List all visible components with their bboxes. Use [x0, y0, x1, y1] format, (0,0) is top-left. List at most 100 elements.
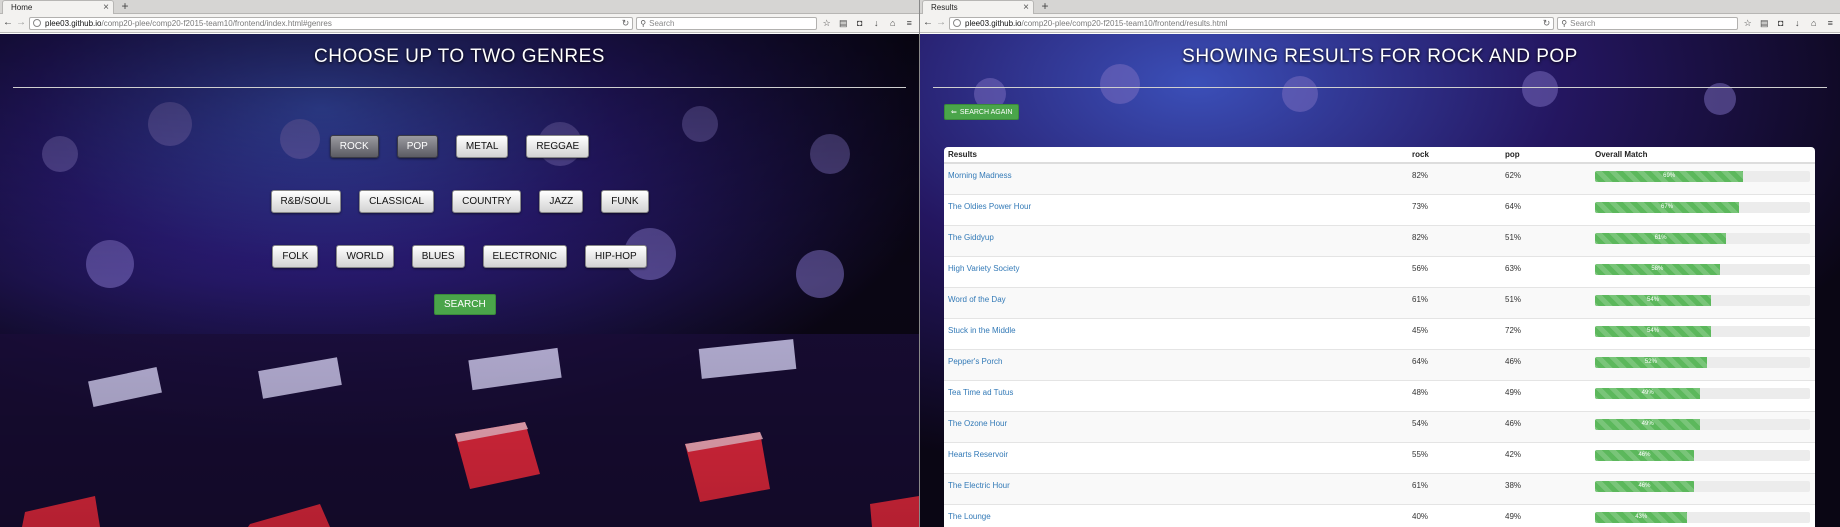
genre-1-score: 45%	[1408, 317, 1501, 349]
result-title-link[interactable]: The Lounge	[948, 512, 991, 521]
new-tab-icon[interactable]: +	[118, 0, 132, 13]
genre-1-score: 61%	[1408, 286, 1501, 318]
result-title-link[interactable]: Tea Time ad Tutus	[948, 388, 1013, 397]
browser-window-home: Home × + ← → plee03.github.io/comp20-ple…	[0, 0, 919, 527]
overall-match-cell: 43%	[1591, 503, 1815, 527]
genre-2-score: 46%	[1501, 348, 1591, 380]
hamburger-menu-icon[interactable]: ≡	[902, 18, 916, 28]
info-icon[interactable]	[953, 19, 961, 27]
genre-button-rock[interactable]: ROCK	[329, 135, 379, 158]
search-placeholder: Search	[1570, 18, 1596, 28]
match-progress-bar: 67%	[1595, 201, 1810, 213]
result-title-cell: Pepper's Porch	[944, 348, 1408, 380]
clipboard-icon[interactable]: ▤	[1757, 18, 1771, 28]
match-progress-fill: 43%	[1595, 511, 1688, 523]
genre-button-hip-hop[interactable]: HIP-HOP	[584, 245, 647, 268]
match-progress-fill: 61%	[1595, 232, 1727, 244]
back-arrow-icon[interactable]: ←	[3, 18, 13, 28]
home-icon[interactable]: ⌂	[1807, 18, 1821, 28]
result-title-link[interactable]: The Electric Hour	[948, 481, 1010, 490]
genre-button-rnb-soul[interactable]: R&B/SOUL	[270, 190, 342, 213]
url-bar[interactable]: plee03.github.io/comp20-plee/comp20-f201…	[29, 16, 634, 30]
genre-button-classical[interactable]: CLASSICAL	[359, 190, 435, 213]
genre-row-1: ROCK POP METAL REGGAE	[0, 135, 919, 158]
genre-button-blues[interactable]: BLUES	[411, 245, 465, 268]
results-table-body: Morning Madness 82% 62% 69% The Oldies Power…	[944, 162, 1815, 527]
new-tab-icon[interactable]: +	[1038, 0, 1052, 13]
star-icon[interactable]: ☆	[820, 18, 834, 28]
download-icon[interactable]: ↓	[869, 18, 883, 28]
search-input[interactable]: ⚲ Search	[636, 16, 817, 30]
genre-button-folk[interactable]: FOLK	[272, 245, 319, 268]
match-progress-fill: 54%	[1595, 325, 1712, 337]
reload-icon[interactable]: ↻	[1543, 18, 1551, 29]
info-icon[interactable]	[33, 19, 41, 27]
result-title-cell: The Ozone Hour	[944, 410, 1408, 442]
overall-match-cell: 54%	[1591, 317, 1815, 349]
heading-divider	[933, 87, 1827, 88]
star-icon[interactable]: ☆	[1741, 18, 1755, 28]
genre-1-score: 82%	[1408, 162, 1501, 194]
result-title-cell: Hearts Reservoir	[944, 441, 1408, 473]
column-header-genre-1: rock	[1408, 147, 1501, 164]
result-title-link[interactable]: Pepper's Porch	[948, 357, 1002, 366]
genre-1-score: 54%	[1408, 410, 1501, 442]
genre-button-funk[interactable]: FUNK	[601, 190, 649, 213]
pocket-icon[interactable]: ◘	[1774, 18, 1788, 28]
mixer-background	[0, 34, 919, 527]
result-title-link[interactable]: Morning Madness	[948, 171, 1012, 180]
search-again-button[interactable]: ⇐ SEARCH AGAIN	[944, 104, 1020, 120]
result-title-link[interactable]: The Giddyup	[948, 233, 994, 242]
genre-1-score: 61%	[1408, 472, 1501, 504]
overall-match-cell: 67%	[1591, 193, 1815, 225]
back-arrow-icon[interactable]: ←	[923, 18, 933, 28]
genre-2-score: 51%	[1501, 224, 1591, 256]
genre-2-score: 63%	[1501, 255, 1591, 287]
result-title-link[interactable]: The Ozone Hour	[948, 419, 1007, 428]
search-button[interactable]: SEARCH	[434, 294, 496, 315]
genre-button-world[interactable]: WORLD	[336, 245, 394, 268]
result-title-link[interactable]: Word of the Day	[948, 295, 1006, 304]
match-progress-fill: 49%	[1595, 418, 1701, 430]
result-title-link[interactable]: The Oldies Power Hour	[948, 202, 1031, 211]
clipboard-icon[interactable]: ▤	[836, 18, 850, 28]
result-title-cell: Morning Madness	[944, 162, 1408, 194]
table-row: High Variety Society 56% 63% 58%	[944, 255, 1815, 287]
search-input[interactable]: ⚲ Search	[1557, 16, 1738, 30]
url-bar[interactable]: plee03.github.io/comp20-plee/comp20-f201…	[949, 16, 1555, 30]
genre-button-metal[interactable]: METAL	[455, 135, 509, 158]
genre-button-country[interactable]: COUNTRY	[452, 190, 522, 213]
genre-1-score: 64%	[1408, 348, 1501, 380]
tab-home[interactable]: Home ×	[2, 0, 114, 14]
tab-results[interactable]: Results ×	[922, 0, 1034, 14]
pocket-icon[interactable]: ◘	[853, 18, 867, 28]
genre-button-reggae[interactable]: REGGAE	[526, 135, 590, 158]
match-progress-bar: 58%	[1595, 263, 1810, 275]
result-title-cell: The Electric Hour	[944, 472, 1408, 504]
download-icon[interactable]: ↓	[1791, 18, 1805, 28]
genre-2-score: 49%	[1501, 379, 1591, 411]
table-row: Word of the Day 61% 51% 54%	[944, 286, 1815, 318]
hamburger-menu-icon[interactable]: ≡	[1824, 18, 1838, 28]
column-header-genre-2: pop	[1501, 147, 1591, 164]
results-panel: Results rock pop Overall Match Morning M…	[944, 147, 1815, 527]
genre-button-electronic[interactable]: ELECTRONIC	[482, 245, 567, 268]
close-tab-icon[interactable]: ×	[103, 2, 109, 13]
home-icon[interactable]: ⌂	[886, 18, 900, 28]
close-tab-icon[interactable]: ×	[1023, 2, 1029, 13]
reload-icon[interactable]: ↻	[622, 18, 630, 29]
result-title-link[interactable]: Stuck in the Middle	[948, 326, 1016, 335]
search-icon: ⚲	[1561, 18, 1568, 28]
results-table: Results rock pop Overall Match Morning M…	[944, 147, 1815, 527]
forward-arrow-icon[interactable]: →	[16, 18, 26, 28]
result-title-link[interactable]: High Variety Society	[948, 264, 1019, 273]
genre-button-jazz[interactable]: JAZZ	[539, 190, 584, 213]
result-title-cell: Word of the Day	[944, 286, 1408, 318]
result-title-cell: The Oldies Power Hour	[944, 193, 1408, 225]
forward-arrow-icon[interactable]: →	[936, 18, 946, 28]
result-title-link[interactable]: Hearts Reservoir	[948, 450, 1008, 459]
url-path: /comp20-plee/comp20-f2015-team10/fronten…	[1021, 18, 1228, 28]
genre-button-pop[interactable]: POP	[396, 135, 438, 158]
page-title: CHOOSE UP TO TWO GENRES	[314, 46, 605, 67]
match-progress-fill: 58%	[1595, 263, 1720, 275]
